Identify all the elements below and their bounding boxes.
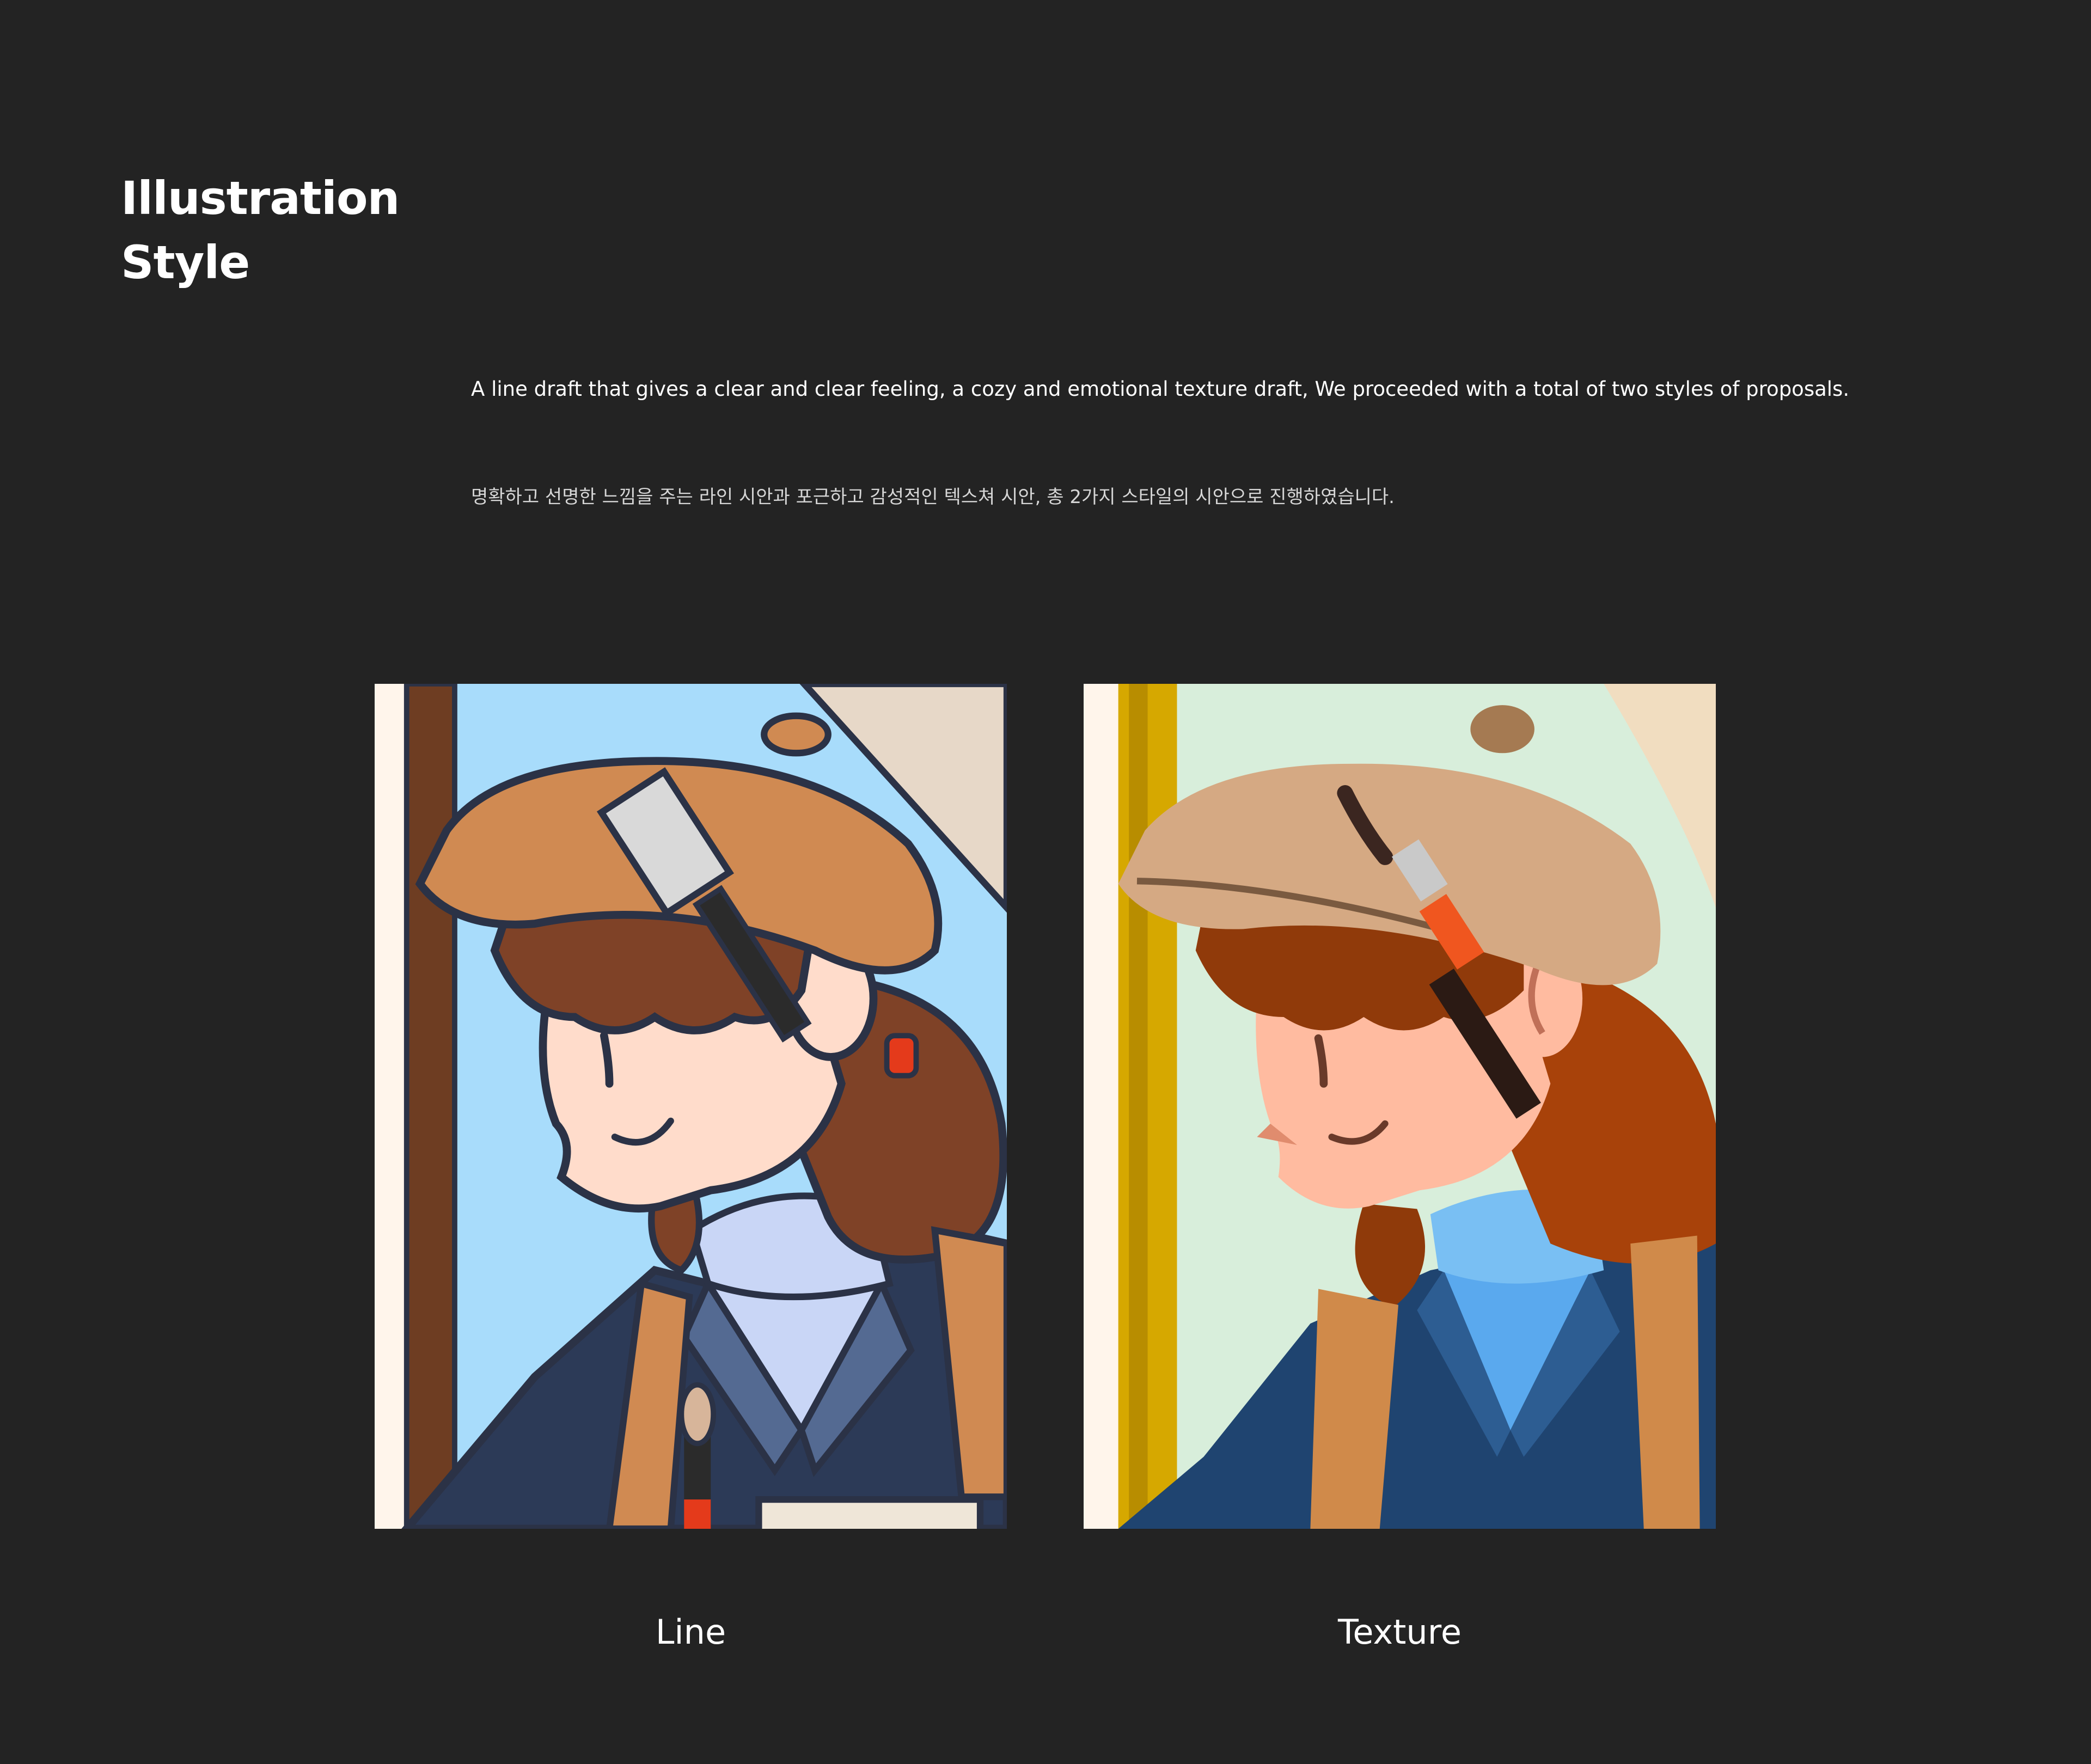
description-english: A line draft that gives a clear and clea… <box>471 377 1850 401</box>
texture-illustration-image <box>1084 684 1716 1529</box>
texture-illustration <box>1084 684 1716 1529</box>
line-illustration-image <box>375 684 1007 1529</box>
section-title-line1: Illustration <box>121 171 400 225</box>
section-title-line2: Style <box>121 236 250 289</box>
line-illustration <box>375 684 1007 1529</box>
section-title: Illustration Style <box>121 166 400 295</box>
line-caption: Line <box>655 1612 726 1652</box>
texture-caption: Texture <box>1338 1612 1462 1652</box>
description-korean: 명확하고 선명한 느낌을 주는 라인 시안과 포근하고 감성적인 텍스쳐 시안,… <box>471 486 1395 508</box>
